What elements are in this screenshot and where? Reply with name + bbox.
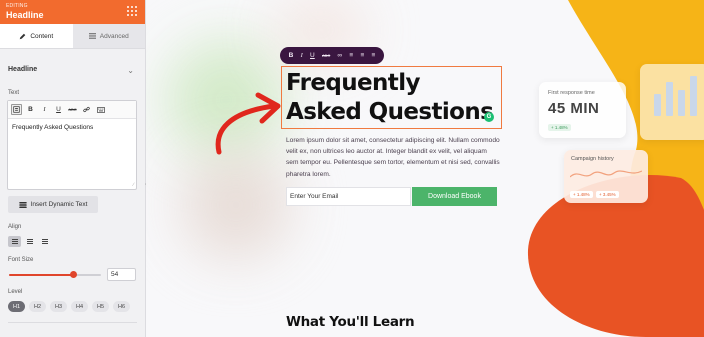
text-field-label: Text (8, 90, 20, 96)
link-icon[interactable] (81, 104, 92, 115)
level-h6-button[interactable]: H6 (113, 301, 130, 312)
toolbar-align-left-icon[interactable]: ≡ (349, 52, 353, 59)
editor-text[interactable]: Frequently Asked Questions (8, 119, 136, 136)
font-size-slider-fill (9, 274, 74, 276)
campaign-sparkline (570, 170, 642, 178)
toolbar-underline-button[interactable]: U (310, 52, 315, 59)
email-input[interactable]: Enter Your Email (286, 187, 411, 206)
font-size-slider[interactable] (9, 271, 101, 278)
toolbar-strike-button[interactable]: ABC (322, 53, 330, 58)
settings-panel: EDITING Headline Content Advanced Headli… (0, 0, 146, 337)
level-options: H1 H2 H3 H4 H5 H6 (8, 301, 130, 312)
align-label: Align (8, 224, 22, 230)
strikethrough-button[interactable]: ABC (67, 104, 78, 115)
section-title-headline: Headline (8, 66, 38, 73)
tab-advanced[interactable]: Advanced (72, 24, 145, 48)
font-size-label: Font Size (8, 257, 34, 263)
campaign-badge-2: + 3.45% (596, 191, 619, 198)
page-canvas: First response time 45 MIN + 1.48% Campa… (146, 0, 704, 337)
card-bar (654, 94, 661, 116)
drag-handle-icon[interactable] (127, 6, 137, 16)
underline-button[interactable]: U (53, 104, 64, 115)
campaign-badge-1: + 1.48% (570, 191, 593, 198)
font-size-slider-knob[interactable] (70, 271, 78, 278)
grammarly-icon[interactable]: G (484, 112, 494, 122)
tab-content-label: Content (30, 32, 54, 40)
campaign-card: Campaign history + 1.48% + 3.45% (564, 150, 648, 203)
bar-chart-card (640, 64, 704, 140)
chevron-down-icon[interactable]: ⌄ (127, 66, 134, 75)
bold-button[interactable]: B (25, 104, 36, 115)
font-size-input[interactable]: 54 (107, 268, 136, 281)
card-bar (666, 82, 673, 116)
align-options (8, 236, 51, 247)
align-left-button[interactable] (8, 236, 21, 247)
toolbar-bold-button[interactable]: B (289, 52, 294, 59)
tab-advanced-label: Advanced (99, 32, 129, 40)
card-bar (690, 76, 697, 116)
panel-header-title: Headline (6, 10, 44, 20)
metric-value: 45 MIN (548, 100, 600, 117)
level-label: Level (8, 289, 23, 295)
metric-badge: + 1.48% (548, 124, 571, 131)
toolbar-link-icon[interactable]: ∞ (338, 52, 343, 59)
level-h2-button[interactable]: H2 (29, 301, 46, 312)
toolbar-italic-button[interactable]: I (301, 52, 303, 59)
level-h1-button[interactable]: H1 (8, 301, 25, 312)
metric-caption: First response time (548, 90, 595, 96)
insert-dynamic-text-label: Insert Dynamic Text (30, 201, 88, 208)
annotation-arrow-icon (215, 92, 281, 155)
inline-text-toolbar: B I U ABC ∞ ≡ ≡ ≡ (280, 47, 384, 64)
panel-header: EDITING Headline (0, 0, 145, 24)
pencil-icon (20, 33, 26, 39)
sliders-icon (88, 33, 96, 39)
download-ebook-button[interactable]: Download Ebook (412, 187, 497, 206)
section-title: What You'll Learn (286, 314, 415, 330)
level-h3-button[interactable]: H3 (50, 301, 67, 312)
align-center-button[interactable] (23, 236, 36, 247)
panel-header-sub: EDITING (6, 3, 28, 9)
hero-body-text: Lorem ipsum dolor sit amet, consectetur … (286, 137, 500, 178)
insert-dynamic-text-button[interactable]: Insert Dynamic Text (8, 196, 98, 213)
italic-button[interactable]: I (39, 104, 50, 115)
hero-heading[interactable]: Frequently Asked Questions (286, 69, 501, 127)
panel-divider (8, 322, 137, 323)
level-h4-button[interactable]: H4 (71, 301, 88, 312)
keyboard-icon[interactable] (95, 104, 106, 115)
resize-handle-icon[interactable]: ∕ (133, 182, 134, 188)
panel-tabs: Content Advanced (0, 24, 145, 49)
toolbar-align-right-icon[interactable]: ≡ (372, 52, 376, 59)
level-h5-button[interactable]: H5 (92, 301, 109, 312)
card-bar (678, 90, 685, 116)
toolbar-align-center-icon[interactable]: ≡ (360, 52, 364, 59)
tab-content[interactable]: Content (0, 24, 73, 48)
paragraph-format-icon[interactable] (11, 104, 22, 115)
database-icon (18, 201, 27, 208)
rich-text-editor[interactable]: B I U ABC Frequently Asked Questions ∕ (7, 100, 137, 190)
bg-blob-beige (181, 150, 291, 260)
metric-card: First response time 45 MIN + 1.48% (539, 82, 626, 138)
campaign-caption: Campaign history (571, 156, 614, 162)
align-right-button[interactable] (38, 236, 51, 247)
editor-toolbar: B I U ABC (8, 101, 136, 119)
